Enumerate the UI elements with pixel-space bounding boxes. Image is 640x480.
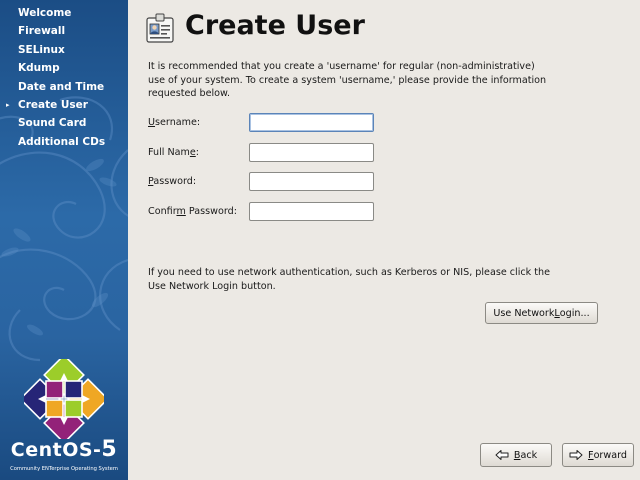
active-step-marker-icon: ▸ [6,100,10,109]
sidebar-item-date-and-time[interactable]: ▸ Date and Time [0,78,128,96]
username-label-post: sername: [155,117,201,128]
use-network-login-button[interactable]: Use Network Login... [485,302,598,324]
sidebar-item-kdump[interactable]: ▸ Kdump [0,59,128,77]
centos-wordmark-name: CentOS [10,439,94,461]
sidebar: ▸ Welcome ▸ Firewall ▸ SELinux ▸ Kdump ▸… [0,0,128,480]
sidebar-item-sound-card[interactable]: ▸ Sound Card [0,114,128,132]
forward-button-post: orward [593,449,627,461]
arrow-right-icon [569,450,583,460]
sidebar-item-selinux[interactable]: ▸ SELinux [0,41,128,59]
sidebar-item-label: Welcome [18,7,72,19]
arrow-left-icon [495,450,509,460]
centos-emblem-icon [24,359,104,439]
username-label-mnemonic: U [148,117,156,128]
firstboot-window: ▸ Welcome ▸ Firewall ▸ SELinux ▸ Kdump ▸… [0,0,640,480]
network-login-hint: If you need to use network authenticatio… [148,267,551,292]
confirm-label-post: Password: [185,206,237,217]
sidebar-item-label: Additional CDs [18,135,106,148]
fullname-label-pre: Full Nam [148,147,190,158]
back-button[interactable]: Back [480,443,552,467]
sidebar-item-create-user[interactable]: ▸ Create User [0,96,128,114]
sidebar-item-label: Kdump [18,62,60,75]
forward-button[interactable]: Forward [562,443,634,467]
sidebar-item-firewall[interactable]: ▸ Firewall [0,22,128,40]
centos-wordmark-version: 5 [101,437,118,462]
password-label-post: assword: [153,176,197,187]
fullname-label-post: : [195,147,199,158]
sidebar-item-additional-cds[interactable]: ▸ Additional CDs [0,133,128,151]
username-label: Username: [148,117,200,128]
sidebar-item-welcome[interactable]: ▸ Welcome [0,4,128,22]
network-button-post: ogin... [559,307,590,319]
main-panel: Create User It is recommended that you c… [128,0,640,480]
sidebar-item-label: Date and Time [18,80,105,93]
confirm-label-pre: Confir [148,206,177,217]
centos-tagline: Community ENTerprise Operating System [10,466,118,472]
back-button-post: ack [520,449,538,461]
centos-wordmark: CentOS-5 [0,437,128,462]
confirm-label-mnemonic: m [176,206,186,217]
password-field[interactable] [249,172,374,191]
password-label: Password: [148,176,196,187]
confirm-password-field[interactable] [249,202,374,221]
username-field[interactable] [249,113,374,132]
sidebar-item-label: Create User [18,98,88,111]
sidebar-item-label: Sound Card [18,117,87,130]
sidebar-item-label: SELinux [18,43,65,56]
page-title: Create User [185,10,365,41]
network-button-pre: Use Network [493,307,555,319]
user-id-card-icon [146,13,174,43]
intro-text: It is recommended that you create a 'use… [148,61,547,99]
confirm-password-label: Confirm Password: [148,206,237,217]
centos-logo: CentOS-5 Community ENTerprise Operating … [0,355,128,480]
back-button-mnemonic: B [513,449,521,461]
step-list: ▸ Welcome ▸ Firewall ▸ SELinux ▸ Kdump ▸… [0,4,128,151]
fullname-field[interactable] [249,143,374,162]
fullname-label: Full Name: [148,147,199,158]
sidebar-item-label: Firewall [18,25,66,38]
